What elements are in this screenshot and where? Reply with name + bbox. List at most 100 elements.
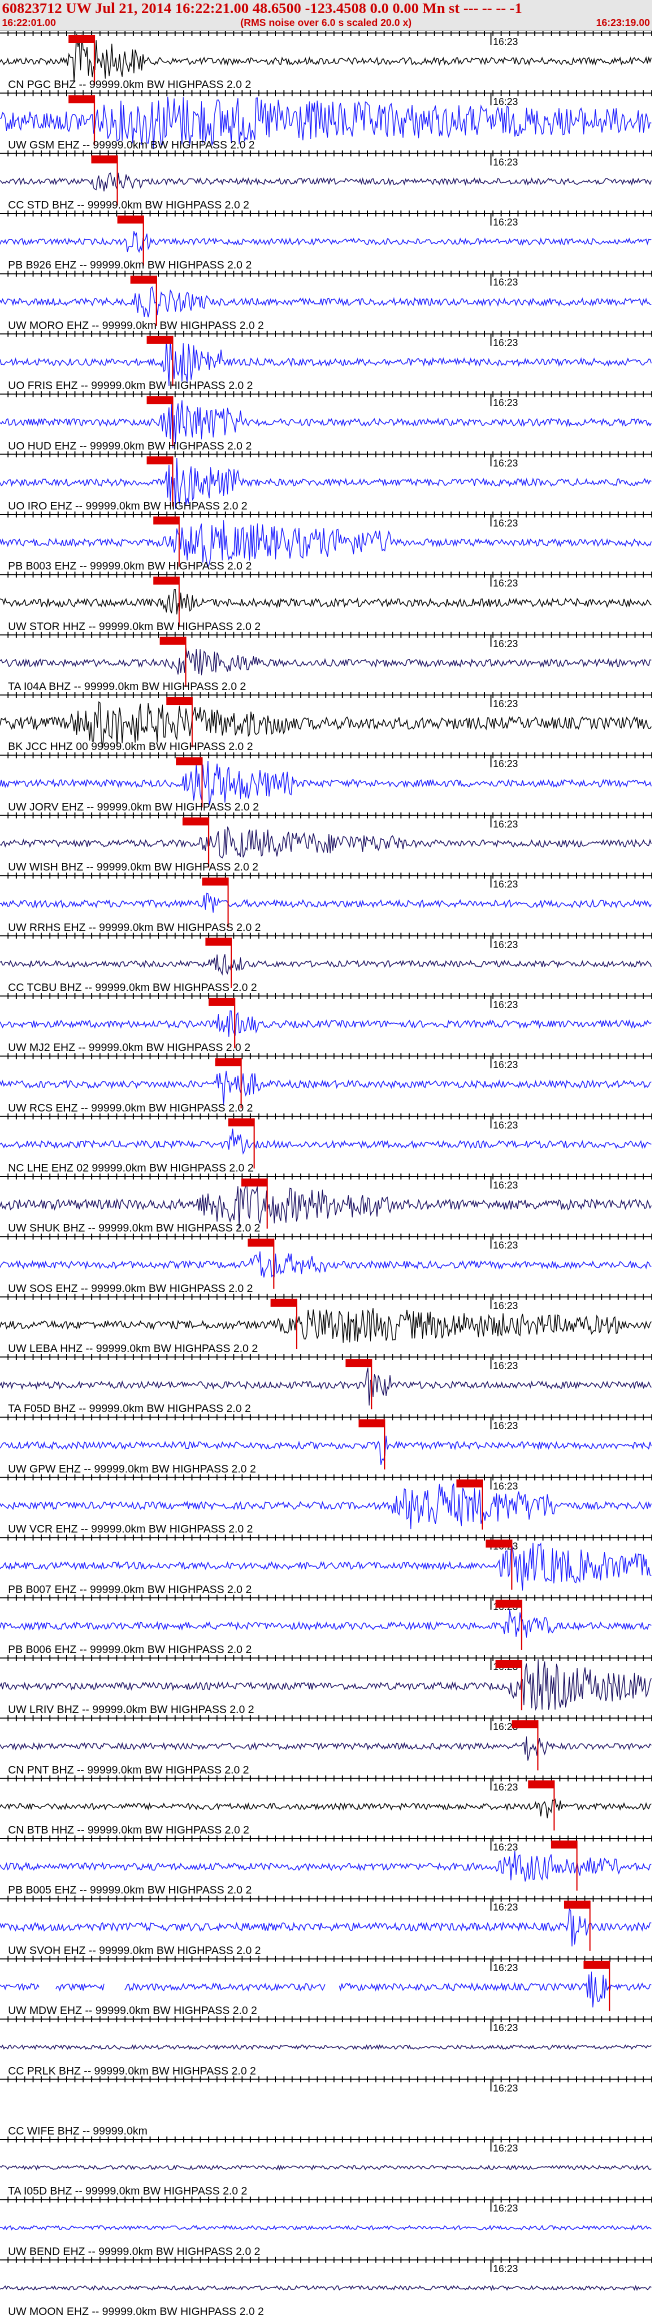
plot-header: 60823712 UW Jul 21, 2014 16:22:21.00 48.…	[0, 0, 652, 31]
waveform	[0, 1736, 652, 1761]
pick-flag	[130, 275, 157, 284]
minute-label: 16:23	[493, 1301, 518, 1312]
trace-row: 16:23 UW RRHS EHZ -- 99999.0km BW HIGHPAS…	[0, 872, 652, 934]
waveform	[0, 1128, 652, 1155]
station-label: UO FRIS EHZ -- 99999.0km BW HIGHPASS 2.0…	[8, 380, 253, 392]
trace-row: 16:23 UW SHUK BHZ -- 99999.0km BW HIGHPAS…	[0, 1173, 652, 1235]
station-label: UW MOON EHZ -- 99999.0km BW HIGHPASS 2.0…	[8, 2306, 264, 2318]
station-label: UW STOR HHZ -- 99999.0km BW HIGHPASS 2.0…	[8, 621, 261, 633]
station-label: UW SOS EHZ -- 99999.0km BW HIGHPASS 2.0 …	[8, 1283, 253, 1295]
station-label: CC PRLK BHZ -- 99999.0km BW HIGHPASS 2.0…	[8, 2065, 256, 2077]
waveform	[0, 1971, 652, 2008]
pick-flag	[583, 1960, 610, 1969]
minute-label: 16:23	[493, 37, 518, 48]
waveform	[0, 892, 652, 913]
pick-flag	[159, 636, 186, 645]
minute-label: 16:23	[493, 2143, 518, 2154]
waveform	[0, 1070, 652, 1106]
pick-flag	[205, 937, 232, 946]
minute-label: 16:23	[493, 2023, 518, 2034]
rms-note: (RMS noise over 6.0 s scaled 20.0 x)	[240, 18, 412, 29]
station-label: PB B003 EHZ -- 99999.0km BW HIGHPASS 2.0…	[8, 561, 252, 573]
pick-flag	[511, 1720, 538, 1729]
station-label: UW SHUK BHZ -- 99999.0km BW HIGHPASS 2.0…	[8, 1223, 260, 1235]
station-label: CN PGC BHZ -- 99999.0km BW HIGHPASS 2.0 …	[8, 79, 251, 91]
trace-row: 16:23 UW GPW EHZ -- 99999.0km BW HIGHPASS…	[0, 1414, 652, 1475]
minute-label: 16:23	[493, 398, 518, 409]
pick-flag	[153, 576, 180, 585]
trace-row: 16:23 CN BTB HHZ -- 99999.0km BW HIGHPASS…	[0, 1775, 652, 1837]
end-time: 16:23:19.00	[596, 18, 650, 29]
trace-row: 16:23 TA I05D BHZ -- 99999.0km BW HIGHPAS…	[0, 2136, 652, 2198]
trace-row: 16:23 UW LEBA HHZ -- 99999.0km BW HIGHPAS…	[0, 1293, 652, 1355]
station-label: UW WISH BHZ -- 99999.0km BW HIGHPASS 2.0…	[8, 862, 258, 874]
trace-row: 16:23 NC LHE EHZ 02 99999.0km BW HIGHPASS…	[0, 1113, 652, 1175]
pick-flag	[563, 1900, 590, 1909]
minute-label: 16:23	[493, 518, 518, 529]
station-label: UW SVOH EHZ -- 99999.0km BW HIGHPASS 2.0…	[8, 1945, 261, 1957]
trace-row: 16:23 UW VCR EHZ -- 99999.0km BW HIGHPASS…	[0, 1474, 652, 1536]
minute-label: 16:23	[493, 1421, 518, 1432]
station-label: PB B006 EHZ -- 99999.0km BW HIGHPASS 2.0…	[8, 1644, 252, 1656]
pick-flag	[208, 997, 235, 1006]
trace-row: 16:23UW LRIV BHZ -- 99999.0km BW HIGHPAS…	[0, 1654, 652, 1716]
minute-label: 16:23	[493, 639, 518, 650]
minute-label: 16:23	[493, 2204, 518, 2215]
trace-row: 16:23 UW SVOH EHZ -- 99999.0km BW HIGHPAS…	[0, 1895, 652, 1957]
minute-label: 16:23	[493, 458, 518, 469]
station-label: CN PNT BHZ -- 99999.0km BW HIGHPASS 2.0 …	[8, 1764, 249, 1776]
waveform	[0, 1907, 652, 1947]
waveform	[0, 231, 652, 253]
station-label: UW LRIV BHZ -- 99999.0km BW HIGHPASS 2.0…	[8, 1704, 254, 1716]
minute-label: 16:23	[493, 940, 518, 951]
waveform	[0, 1659, 652, 1711]
pick-flag	[153, 516, 180, 525]
pick-flag	[117, 215, 144, 224]
trace-row: 16:23 UW WISH BHZ -- 99999.0km BW HIGHPAS…	[0, 812, 652, 874]
station-label: PB B005 EHZ -- 99999.0km BW HIGHPASS 2.0…	[8, 1885, 252, 1897]
pick-flag	[228, 1118, 255, 1127]
minute-label: 16:23	[493, 1241, 518, 1252]
station-label: TA F05D BHZ -- 99999.0km BW HIGHPASS 2.0…	[8, 1403, 251, 1415]
waveform	[0, 589, 652, 615]
trace-row: 16:23PB B006 EHZ -- 99999.0km BW HIGHPAS…	[0, 1594, 652, 1656]
waveform	[0, 826, 652, 859]
station-label: UW RRHS EHZ -- 99999.0km BW HIGHPASS 2.0…	[8, 922, 261, 934]
pick-flag	[166, 697, 193, 706]
station-label: NC LHE EHZ 02 99999.0km BW HIGHPASS 2.0 …	[8, 1163, 254, 1175]
trace-row: 16:23PB B005 EHZ -- 99999.0km BW HIGHPAS…	[0, 1835, 652, 1897]
pick-flag	[202, 877, 229, 886]
minute-label: 16:23	[493, 338, 518, 349]
trace-row: 16:23 UO FRIS EHZ -- 99999.0km BW HIGHPAS…	[0, 330, 652, 392]
trace-row: 16:23 UW MOON EHZ -- 99999.0km BW HIGHPAS…	[0, 2256, 652, 2318]
trace-row: 16:23 CC STD BHZ -- 99999.0km BW HIGHPASS…	[0, 150, 652, 212]
waveform	[0, 338, 652, 387]
trace-row: 16:23 TA F05D BHZ -- 99999.0km BW HIGHPAS…	[0, 1354, 652, 1415]
station-label: UW RCS EHZ -- 99999.0km BW HIGHPASS 2.0 …	[8, 1102, 253, 1114]
pick-flag	[456, 1479, 483, 1488]
station-label: CC WIFE BHZ -- 99999.0km	[8, 2125, 147, 2137]
minute-label: 16:23	[493, 157, 518, 168]
minute-label: 16:23	[493, 1361, 518, 1372]
station-label: UW MDW EHZ -- 99999.0km BW HIGHPASS 2.0 …	[8, 2005, 257, 2017]
trace-row: 16:23 UW BEND EHZ -- 99999.0km BW HIGHPAS…	[0, 2196, 652, 2258]
minute-label: 16:23	[493, 880, 518, 891]
station-label: UO HUD EHZ -- 99999.0km BW HIGHPASS 2.0 …	[8, 440, 252, 452]
station-label: TA I05D BHZ -- 99999.0km BW HIGHPASS 2.0…	[8, 2186, 247, 2198]
minute-label: 16:23	[493, 2083, 518, 2094]
waveform	[0, 1308, 652, 1343]
station-label: UO IRO EHZ -- 99999.0km BW HIGHPASS 2.0 …	[8, 500, 247, 512]
trace-row: 16:23 UW RCS EHZ -- 99999.0km BW HIGHPASS…	[0, 1053, 652, 1114]
station-label: UW JORV EHZ -- 99999.0km BW HIGHPASS 2.0…	[8, 801, 259, 813]
station-label: CN BTB HHZ -- 99999.0km BW HIGHPASS 2.0 …	[8, 1825, 249, 1837]
minute-label: 16:23	[493, 1782, 518, 1793]
pick-flag	[247, 1238, 274, 1247]
waveform	[0, 1483, 652, 1530]
trace-row: 16:23 CN PGC BHZ -- 99999.0km BW HIGHPASS…	[0, 31, 652, 91]
station-label: TA I04A BHZ -- 99999.0km BW HIGHPASS 2.0…	[8, 681, 246, 693]
station-label: UW MORO EHZ -- 99999.0km BW HIGHPASS 2.0…	[8, 320, 264, 332]
station-label: UW GPW EHZ -- 99999.0km BW HIGHPASS 2.0 …	[8, 1463, 256, 1475]
minute-label: 16:23	[493, 2264, 518, 2275]
pick-flag	[146, 396, 173, 405]
pick-flag	[550, 1840, 577, 1849]
